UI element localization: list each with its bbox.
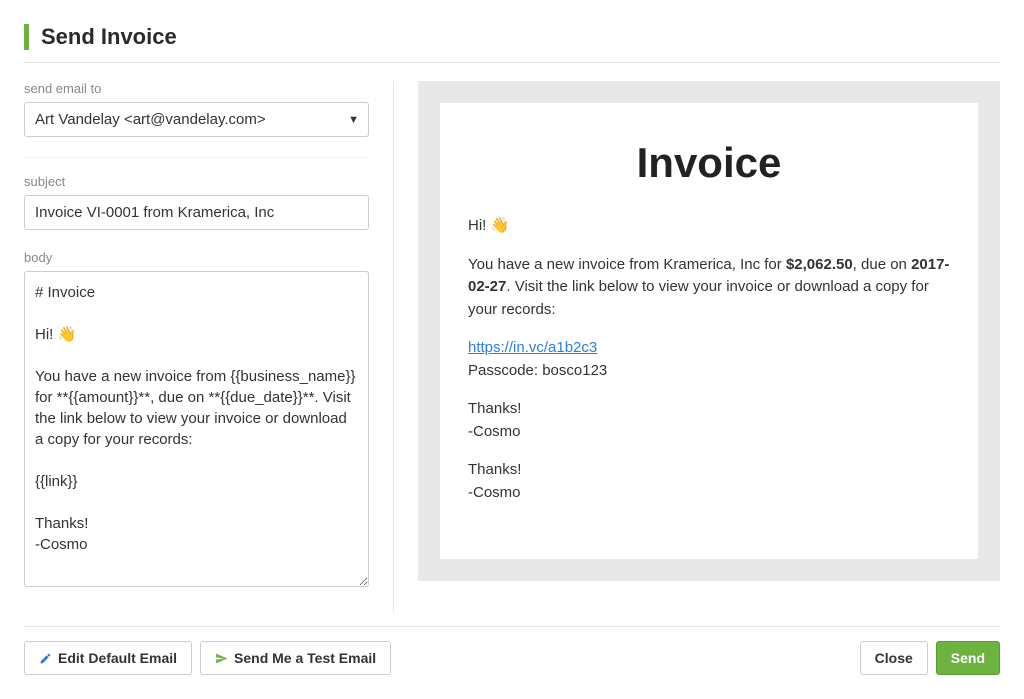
send-button[interactable]: Send (936, 641, 1000, 675)
subject-input[interactable] (24, 195, 369, 230)
preview-document: Invoice Hi! 👋 You have a new invoice fro… (440, 103, 978, 559)
preview-text: . Visit the link below to view your invo… (468, 278, 929, 318)
preview-link[interactable]: https://in.vc/a1b2c3 (468, 339, 597, 356)
button-label: Send Me a Test Email (234, 650, 376, 666)
email-field-group: send email to ▼ (24, 81, 369, 158)
send-test-email-button[interactable]: Send Me a Test Email (200, 641, 391, 675)
preview-signoff-2: Thanks! -Cosmo (468, 459, 950, 504)
email-label: send email to (24, 81, 369, 96)
preview-signoff-1: Thanks! -Cosmo (468, 398, 950, 443)
pencil-icon (39, 652, 52, 665)
footer-left-actions: Edit Default Email Send Me a Test Email (24, 641, 391, 675)
header-accent-bar (24, 24, 29, 50)
body-field-group: body (24, 250, 369, 592)
main-content: send email to ▼ subject body Invoice Hi!… (24, 81, 1000, 612)
preview-passcode-value: bosco123 (542, 362, 607, 379)
subject-field-group: subject (24, 174, 369, 230)
edit-default-email-button[interactable]: Edit Default Email (24, 641, 192, 675)
paper-plane-icon (215, 652, 228, 665)
modal-footer: Edit Default Email Send Me a Test Email … (24, 626, 1000, 675)
preview-greeting: Hi! 👋 (468, 215, 950, 238)
preview-link-block: https://in.vc/a1b2c3 Passcode: bosco123 (468, 337, 950, 382)
button-label: Close (875, 650, 913, 666)
form-column: send email to ▼ subject body (24, 81, 394, 612)
preview-passcode-label: Passcode: (468, 362, 542, 379)
body-textarea[interactable] (24, 271, 369, 587)
preview-column: Invoice Hi! 👋 You have a new invoice fro… (394, 81, 1000, 612)
preview-thanks: Thanks! (468, 461, 521, 478)
email-select[interactable] (24, 102, 369, 137)
preview-body: Hi! 👋 You have a new invoice from Kramer… (468, 215, 950, 504)
preview-signoff: -Cosmo (468, 484, 521, 501)
preview-thanks: Thanks! (468, 400, 521, 417)
preview-signoff: -Cosmo (468, 423, 521, 440)
subject-label: subject (24, 174, 369, 189)
footer-right-actions: Close Send (860, 641, 1000, 675)
preview-title: Invoice (468, 139, 950, 187)
preview-text: , due on (853, 256, 911, 273)
button-label: Send (951, 650, 985, 666)
header-divider (24, 62, 1000, 63)
preview-amount: $2,062.50 (786, 256, 853, 273)
email-select-wrap[interactable]: ▼ (24, 102, 369, 137)
close-button[interactable]: Close (860, 641, 928, 675)
preview-frame: Invoice Hi! 👋 You have a new invoice fro… (418, 81, 1000, 581)
modal-title: Send Invoice (41, 24, 177, 50)
preview-text: You have a new invoice from Kramerica, I… (468, 256, 786, 273)
body-label: body (24, 250, 369, 265)
button-label: Edit Default Email (58, 650, 177, 666)
modal-header: Send Invoice (24, 24, 1000, 50)
preview-message: You have a new invoice from Kramerica, I… (468, 254, 950, 322)
